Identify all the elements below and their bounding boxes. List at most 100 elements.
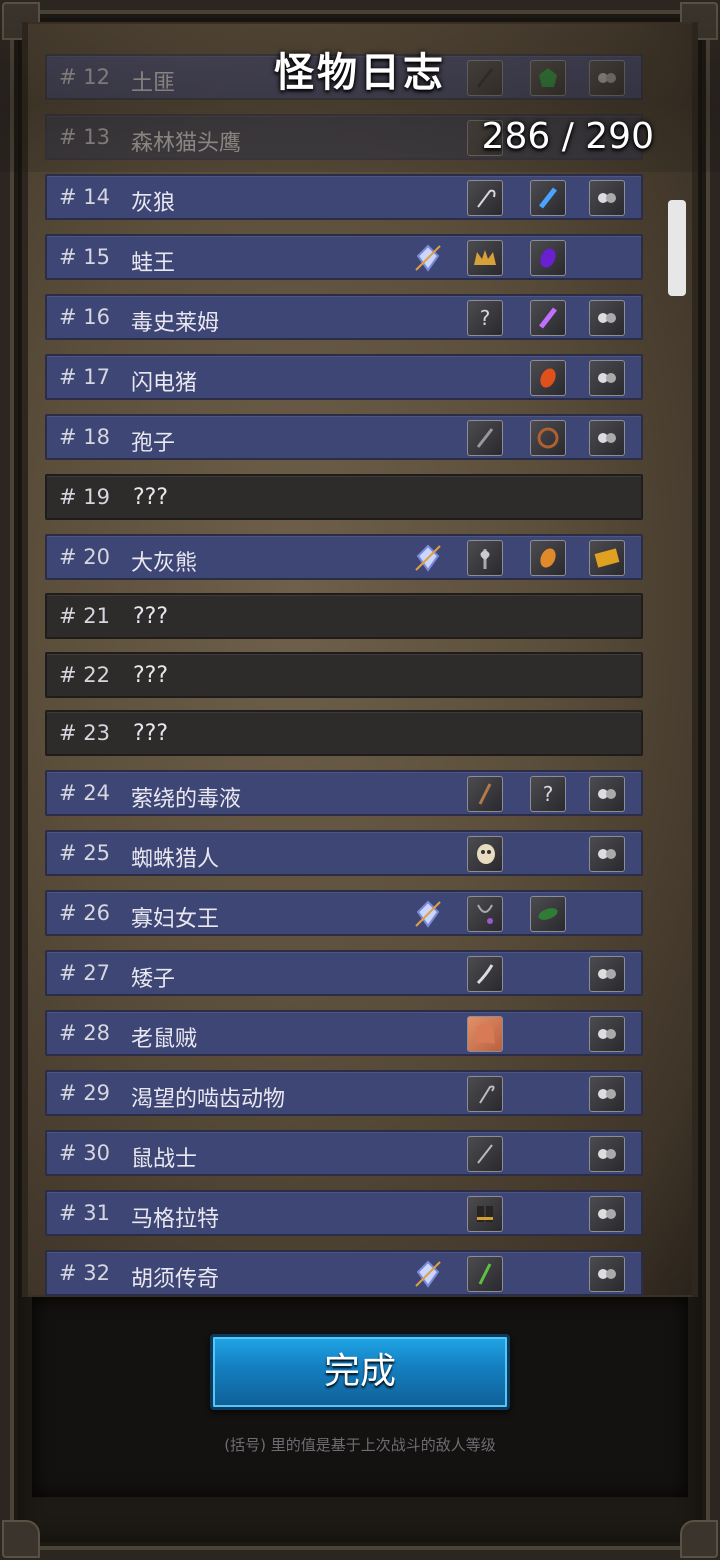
frame-corner-ornament [2, 1520, 40, 1558]
unknown-item-icon[interactable]: ? [530, 776, 566, 812]
monster-number: # 15 [59, 245, 110, 269]
material-icon[interactable] [589, 1256, 625, 1292]
amber-icon[interactable] [530, 540, 566, 576]
monster-name: 寡妇女王 [131, 907, 220, 932]
monster-name: ??? [133, 485, 169, 510]
list-item[interactable]: # 25 蜘蛛猎人 [45, 830, 643, 876]
monster-name: 森林猫头鹰 [131, 131, 242, 156]
monster-number: # 32 [59, 1261, 110, 1285]
scrollbar-thumb[interactable] [668, 200, 686, 296]
monster-name: ??? [133, 604, 169, 629]
leaf-wreath-icon[interactable] [530, 896, 566, 932]
material-icon[interactable] [589, 1136, 625, 1172]
crystal-sword-icon [410, 1256, 446, 1292]
monster-number: # 27 [59, 961, 110, 985]
amethyst-icon[interactable] [530, 240, 566, 276]
monster-name: 矮子 [131, 967, 176, 992]
ruby-icon[interactable] [530, 360, 566, 396]
monster-number: # 18 [59, 425, 110, 449]
monster-name: ??? [133, 663, 169, 688]
scrollbar-track[interactable] [668, 160, 686, 1280]
scythe-icon[interactable] [467, 1076, 503, 1112]
list-item[interactable]: # 27 矮子 [45, 950, 643, 996]
monster-name: 鼠战士 [131, 1147, 198, 1172]
material-icon[interactable] [589, 836, 625, 872]
monster-name: 灰狼 [131, 191, 176, 216]
monster-name: 毒史莱姆 [131, 311, 220, 336]
list-item[interactable]: # 19 ??? [45, 474, 643, 520]
monster-name: 胡须传奇 [131, 1267, 220, 1292]
monster-name: 孢子 [131, 431, 176, 456]
material-icon[interactable] [589, 956, 625, 992]
material-icon[interactable] [589, 1016, 625, 1052]
monster-number: # 30 [59, 1141, 110, 1165]
monster-name: 蜘蛛猎人 [131, 847, 220, 872]
sword-icon[interactable] [467, 956, 503, 992]
done-button[interactable]: 完成 [210, 1334, 510, 1410]
monster-list[interactable]: # 12 土匪 # 13 森林猫头鹰 # 14 灰狼 # 15 蛙王 # 16 … [0, 0, 720, 1297]
list-item[interactable]: # 28 老鼠贼 [45, 1010, 643, 1056]
monster-number: # 20 [59, 545, 110, 569]
footnote-text: (括号) 里的值是基于上次战斗的敌人等级 [224, 1436, 496, 1454]
monster-number: # 21 [59, 604, 110, 628]
ring-icon[interactable] [530, 420, 566, 456]
monster-name: ??? [133, 721, 169, 746]
spear-icon[interactable] [467, 1136, 503, 1172]
material-icon[interactable] [589, 300, 625, 336]
material-icon[interactable] [589, 1076, 625, 1112]
material-icon[interactable] [589, 776, 625, 812]
axe-icon[interactable] [467, 540, 503, 576]
material-icon[interactable] [589, 180, 625, 216]
list-item[interactable]: # 26 寡妇女王 [45, 890, 643, 936]
monster-name: 大灰熊 [131, 551, 198, 576]
crystal-sword-icon [410, 240, 446, 276]
list-item[interactable]: # 15 蛙王 [45, 234, 643, 280]
green-wand-icon[interactable] [467, 1256, 503, 1292]
list-item[interactable]: # 31 马格拉特 [45, 1190, 643, 1236]
scythe-icon[interactable] [467, 180, 503, 216]
list-item[interactable]: # 20 大灰熊 [45, 534, 643, 580]
monster-number: # 28 [59, 1021, 110, 1045]
list-item[interactable]: # 24 萦绕的毒液 ? [45, 770, 643, 816]
monster-name: 萦绕的毒液 [131, 787, 242, 812]
staff-icon[interactable] [467, 776, 503, 812]
list-item[interactable]: # 22 ??? [45, 652, 643, 698]
list-item[interactable]: # 23 ??? [45, 710, 643, 756]
monster-number: # 19 [59, 485, 110, 509]
list-item[interactable]: # 18 孢子 [45, 414, 643, 460]
potion-icon[interactable] [530, 180, 566, 216]
list-item[interactable]: # 30 鼠战士 [45, 1130, 643, 1176]
skull-mask-icon[interactable] [467, 836, 503, 872]
gloves-icon[interactable] [467, 1196, 503, 1232]
monster-number: # 29 [59, 1081, 110, 1105]
monster-name: 老鼠贼 [131, 1027, 198, 1052]
list-item[interactable]: # 21 ??? [45, 593, 643, 639]
material-icon[interactable] [589, 420, 625, 456]
dagger-icon[interactable] [467, 420, 503, 456]
monster-number: # 16 [59, 305, 110, 329]
crown-icon[interactable] [467, 240, 503, 276]
potion-icon[interactable] [530, 300, 566, 336]
monster-number: # 24 [59, 781, 110, 805]
monster-number: # 26 [59, 901, 110, 925]
honeycomb-icon[interactable] [589, 540, 625, 576]
list-item[interactable]: # 14 灰狼 [45, 174, 643, 220]
material-icon[interactable] [589, 1196, 625, 1232]
list-item[interactable]: # 32 胡须传奇 [45, 1250, 643, 1296]
discovered-counter: 286 / 290 [481, 116, 654, 157]
monster-number: # 31 [59, 1201, 110, 1225]
monster-name: 马格拉特 [131, 1207, 220, 1232]
monster-name: 蛙王 [131, 251, 176, 276]
monster-number: # 25 [59, 841, 110, 865]
monster-number: # 14 [59, 185, 110, 209]
list-item[interactable]: # 17 闪电猪 [45, 354, 643, 400]
material-icon[interactable] [589, 360, 625, 396]
monster-number: # 13 [59, 125, 110, 149]
cloak-icon[interactable] [467, 1016, 503, 1052]
monster-name: 闪电猪 [131, 371, 198, 396]
monster-number: # 23 [59, 721, 110, 745]
list-item[interactable]: # 29 渴望的啮齿动物 [45, 1070, 643, 1116]
amulet-icon[interactable] [467, 896, 503, 932]
unknown-item-icon[interactable]: ? [467, 300, 503, 336]
list-item[interactable]: # 16 毒史莱姆 ? [45, 294, 643, 340]
